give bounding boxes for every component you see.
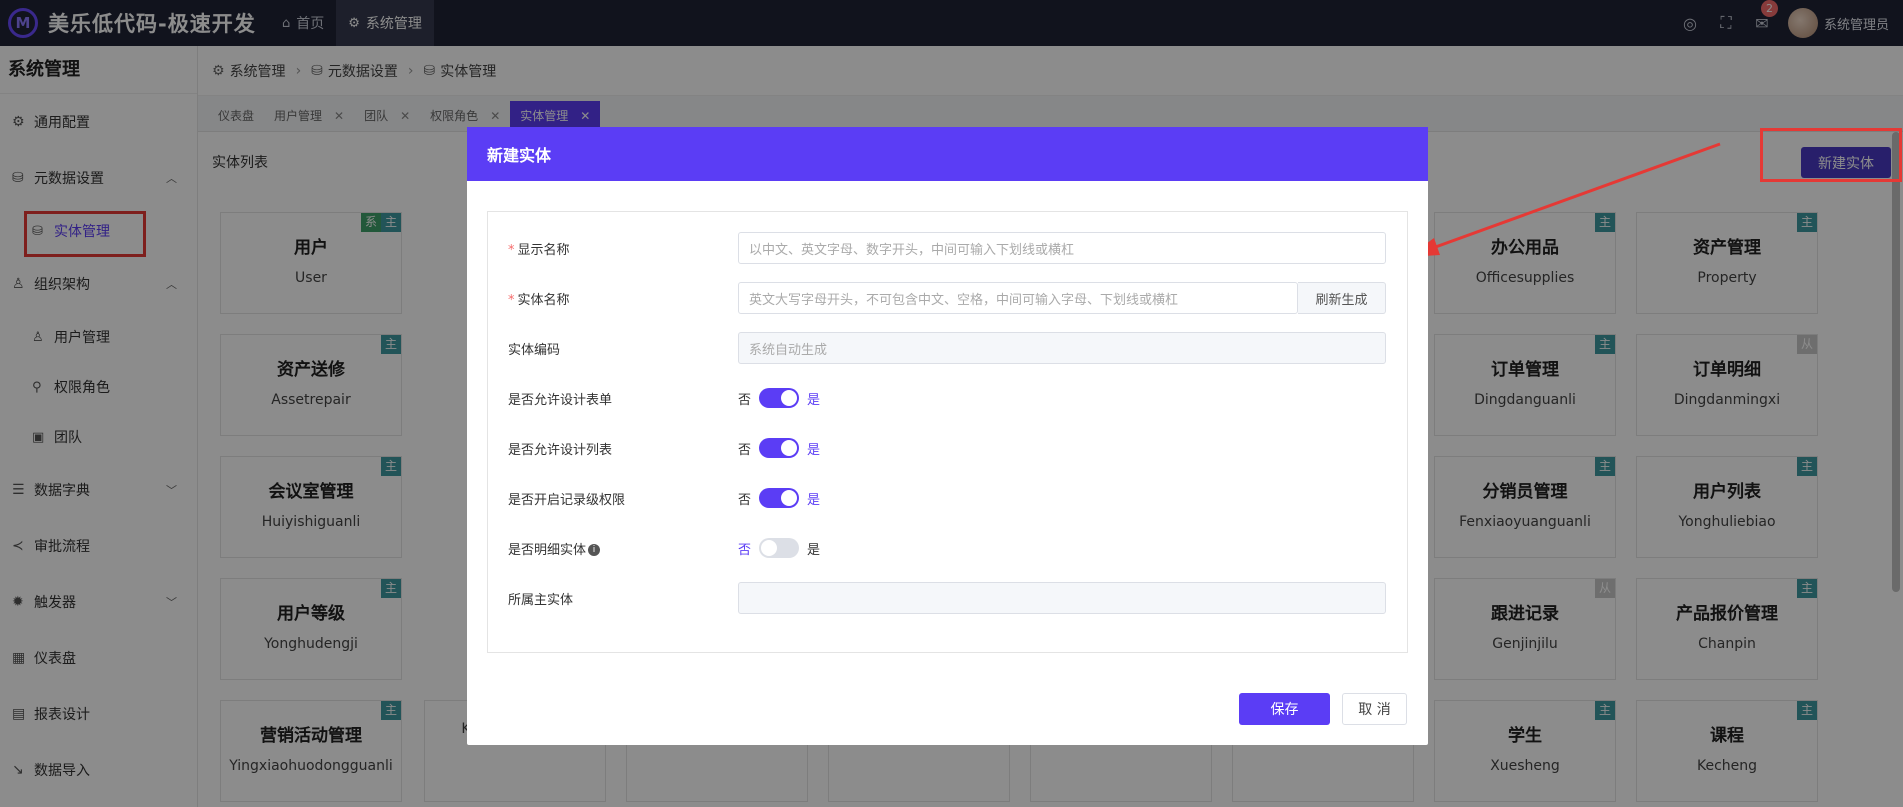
master-entity-row: 所属主实体	[488, 581, 1409, 615]
switch-off-label: 否	[738, 492, 752, 508]
switch-on-label: 是	[807, 442, 821, 458]
record-perm-toggle[interactable]	[759, 488, 800, 508]
allow-list-label: 是否允许设计列表	[508, 442, 613, 458]
entity-name-label: * 实体名称	[508, 292, 570, 308]
is-detail-label: 是否明细实体 i	[508, 539, 601, 558]
save-button[interactable]: 保存	[1239, 693, 1330, 725]
entity-code-label: 实体编码	[508, 342, 561, 358]
allow-form-switch-group: 否 是	[738, 388, 820, 408]
allow-form-label: 是否允许设计表单	[508, 392, 613, 408]
allow-form-row: 是否允许设计表单 否 是	[488, 381, 1409, 415]
switch-on-label: 是	[807, 542, 821, 558]
display-name-label: * 显示名称	[508, 242, 570, 258]
display-name-row: * 显示名称 以中文、英文字母、数字开头，中间可输入下划线或横杠	[488, 231, 1409, 265]
entity-name-input[interactable]: 英文大写字母开头，不可包含中文、空格，中间可输入字母、下划线或横杠	[738, 282, 1298, 314]
entity-form: * 显示名称 以中文、英文字母、数字开头，中间可输入下划线或横杠 * 实体名称 英文…	[487, 211, 1408, 653]
allow-list-switch-group: 否 是	[738, 438, 820, 458]
master-entity-label: 所属主实体	[508, 592, 574, 608]
is-detail-switch-group: 否 是	[738, 538, 820, 558]
display-name-input[interactable]: 以中文、英文字母、数字开头，中间可输入下划线或横杠	[738, 232, 1386, 264]
info-icon[interactable]: i	[588, 544, 601, 556]
switch-off-label: 否	[738, 442, 752, 458]
annotation-arrow-icon	[1408, 142, 1721, 257]
record-perm-row: 是否开启记录级权限 否 是	[488, 481, 1409, 515]
refresh-generate-button[interactable]: 刷新生成	[1298, 282, 1386, 314]
record-perm-label: 是否开启记录级权限	[508, 492, 626, 508]
is-detail-row: 是否明细实体 i 否 是	[488, 531, 1409, 565]
switch-on-label: 是	[807, 392, 821, 408]
cancel-button[interactable]: 取 消	[1342, 693, 1407, 725]
allow-form-toggle[interactable]	[759, 388, 800, 408]
dialog-title: 新建实体	[467, 127, 1428, 181]
new-entity-dialog: 新建实体 * 显示名称 以中文、英文字母、数字开头，中间可输入下划线或横杠 * 实体…	[467, 127, 1428, 745]
is-detail-toggle[interactable]	[759, 538, 800, 558]
entity-name-row: * 实体名称 英文大写字母开头，不可包含中文、空格，中间可输入字母、下划线或横杠 …	[488, 281, 1409, 315]
switch-off-label: 否	[738, 392, 752, 408]
entity-code-row: 实体编码 系统自动生成	[488, 331, 1409, 365]
allow-list-row: 是否允许设计列表 否 是	[488, 431, 1409, 465]
master-entity-select[interactable]	[738, 582, 1386, 614]
switch-on-label: 是	[807, 492, 821, 508]
annotation-box-new-button	[1760, 128, 1902, 182]
record-perm-switch-group: 否 是	[738, 488, 820, 508]
entity-code-input: 系统自动生成	[738, 332, 1386, 364]
switch-off-label: 否	[738, 542, 752, 558]
allow-list-toggle[interactable]	[759, 438, 800, 458]
